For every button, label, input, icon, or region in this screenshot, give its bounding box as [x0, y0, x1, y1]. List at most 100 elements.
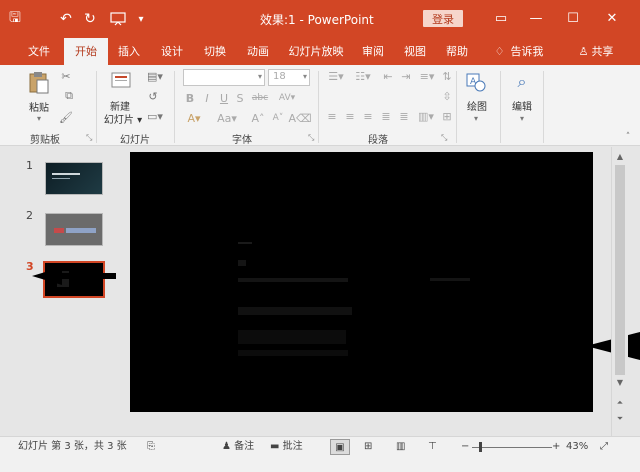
tab-help[interactable]: 帮助 [440, 38, 474, 65]
fit-slide-icon[interactable]: ⤢ [600, 437, 608, 457]
drawing-dropdown-icon[interactable]: ▾ [470, 113, 482, 123]
align-left-icon[interactable]: ≡ [325, 109, 339, 123]
shadow-icon[interactable]: S [233, 91, 247, 105]
decrease-indent-icon[interactable]: ⇤ [380, 69, 396, 83]
paste-icon[interactable] [27, 69, 51, 95]
font-name-combobox[interactable]: ▾ [183, 69, 265, 86]
align-right-icon[interactable]: ≡ [361, 109, 375, 123]
zoom-out-icon[interactable]: − [461, 437, 469, 457]
slide-thumbnail-1[interactable] [45, 162, 103, 195]
current-slide[interactable] [130, 152, 593, 412]
increase-font-icon[interactable]: A˄ [250, 111, 266, 125]
tab-view[interactable]: 视图 [398, 38, 432, 65]
login-button[interactable]: 登录 [423, 10, 463, 27]
ribbon-display-options-icon[interactable]: ▭ [490, 8, 512, 28]
arrow-annotation [32, 265, 116, 287]
char-spacing-icon[interactable]: AV▾ [276, 91, 298, 105]
scroll-thumb[interactable] [615, 165, 625, 375]
increase-indent-icon[interactable]: ⇥ [398, 69, 414, 83]
tab-design[interactable]: 设计 [155, 38, 189, 65]
line-spacing-icon[interactable]: ≡▾ [416, 69, 438, 83]
text-direction-icon[interactable]: ⇅ [440, 69, 454, 83]
zoom-level[interactable]: 43% [566, 437, 588, 457]
font-launcher-icon[interactable]: ⤡ [308, 133, 314, 143]
undo-icon[interactable]: ↶ [56, 10, 76, 28]
slide-thumbnails-panel: 1 2 3 [0, 147, 117, 436]
cut-icon[interactable]: ✂ [58, 68, 74, 84]
next-slide-icon[interactable]: ⏷ [614, 413, 626, 425]
tab-file[interactable]: 文件 [21, 38, 57, 65]
vertical-scrollbar[interactable]: ▲ ▼ ⏶ ⏷ [611, 147, 628, 436]
scroll-up-icon[interactable]: ▲ [614, 150, 626, 162]
section-icon[interactable]: ▭▾ [145, 109, 165, 123]
tab-transitions[interactable]: 切换 [198, 38, 232, 65]
notes-icon: ♟ [222, 441, 231, 452]
tab-animations[interactable]: 动画 [241, 38, 275, 65]
layout-icon[interactable]: ▤▾ [145, 69, 165, 83]
justify-icon[interactable]: ≣ [379, 109, 393, 123]
maximize-icon[interactable]: ☐ [562, 8, 584, 28]
customize-quick-access-icon[interactable]: ▾ [134, 10, 148, 28]
font-color-icon[interactable]: A▾ [183, 111, 205, 125]
accessibility-icon[interactable]: ⎘ [147, 437, 155, 457]
clear-format-icon[interactable]: A⌫ [288, 111, 311, 125]
slide-info: 幻灯片 第 3 张，共 3 张 [18, 441, 127, 452]
tab-tell-me[interactable]: ♢ 告诉我 [484, 38, 554, 65]
lightbulb-icon: ♢ [494, 45, 505, 58]
smartart-icon[interactable]: ⊞ [440, 109, 454, 123]
redo-icon[interactable]: ↻ [80, 10, 100, 28]
divider [174, 71, 175, 143]
comments-button[interactable]: ▬ 批注 [270, 437, 303, 457]
slide-number: 2 [26, 209, 33, 222]
zoom-in-icon[interactable]: + [552, 437, 560, 457]
notes-button[interactable]: ♟ 备注 [222, 437, 254, 457]
distributed-icon[interactable]: ≣ [397, 109, 411, 123]
italic-icon[interactable]: I [200, 91, 214, 105]
tab-home[interactable]: 开始 [64, 38, 108, 66]
share-button[interactable]: ♙ 共享 [566, 38, 626, 65]
save-icon[interactable]: 🖫 [4, 10, 26, 28]
slide-sorter-icon[interactable]: ⊞ [364, 437, 372, 457]
tab-slideshow[interactable]: 幻灯片放映 [285, 38, 347, 65]
close-icon[interactable]: ✕ [601, 8, 623, 28]
align-text-icon[interactable]: ⇳ [440, 89, 454, 103]
editing-dropdown-icon[interactable]: ▾ [516, 113, 528, 123]
slide-thumbnail-2[interactable] [45, 213, 103, 246]
minimize-icon[interactable]: — [525, 8, 547, 28]
tab-review[interactable]: 审阅 [356, 38, 390, 65]
columns-icon[interactable]: ▥▾ [415, 109, 437, 123]
change-case-icon[interactable]: Aa▾ [216, 111, 238, 125]
reading-view-icon[interactable]: ▥ [396, 437, 405, 457]
format-painter-icon[interactable]: 🖌 [58, 109, 74, 125]
new-slide-icon[interactable] [108, 69, 134, 93]
scroll-down-icon[interactable]: ▼ [614, 376, 626, 388]
strikethrough-icon[interactable]: abc [248, 91, 272, 105]
reset-icon[interactable]: ↺ [145, 89, 161, 103]
collapse-ribbon-icon[interactable]: ˄ [622, 131, 634, 143]
align-center-icon[interactable]: ≡ [343, 109, 357, 123]
underline-icon[interactable]: U [217, 91, 231, 105]
clipboard-launcher-icon[interactable]: ⤡ [86, 133, 92, 143]
share-label: 共享 [591, 45, 614, 58]
paragraph-launcher-icon[interactable]: ⤡ [441, 133, 447, 143]
numbering-icon[interactable]: ☷▾ [352, 69, 374, 83]
comment-icon: ▬ [270, 441, 280, 452]
bullets-icon[interactable]: ☰▾ [325, 69, 347, 83]
drawing-shapes-icon[interactable]: A [464, 71, 488, 93]
zoom-slider[interactable] [472, 447, 552, 448]
bold-icon[interactable]: B [183, 91, 197, 105]
decrease-font-icon[interactable]: A˅ [270, 111, 286, 125]
paste-dropdown-icon[interactable]: ▾ [33, 113, 45, 123]
status-bar: 幻灯片 第 3 张，共 3 张 ⎘ ♟ 备注 ▬ 批注 ▣ ⊞ ▥ ⊤ − + … [0, 436, 640, 472]
previous-slide-icon[interactable]: ⏶ [614, 397, 626, 409]
font-size-combobox[interactable]: 18 ▾ [268, 69, 310, 86]
zoom-slider-thumb[interactable] [479, 442, 482, 452]
normal-view-icon[interactable]: ▣ [330, 439, 350, 455]
tab-insert[interactable]: 插入 [112, 38, 146, 65]
divider [96, 71, 97, 143]
search-icon[interactable]: ⌕ [511, 71, 533, 93]
copy-icon[interactable]: ⧉ [58, 88, 80, 104]
start-from-beginning-icon[interactable] [108, 10, 128, 28]
new-slide-dropdown[interactable]: 幻灯片 ▾ [100, 111, 146, 126]
slideshow-icon[interactable]: ⊤ [428, 437, 437, 457]
